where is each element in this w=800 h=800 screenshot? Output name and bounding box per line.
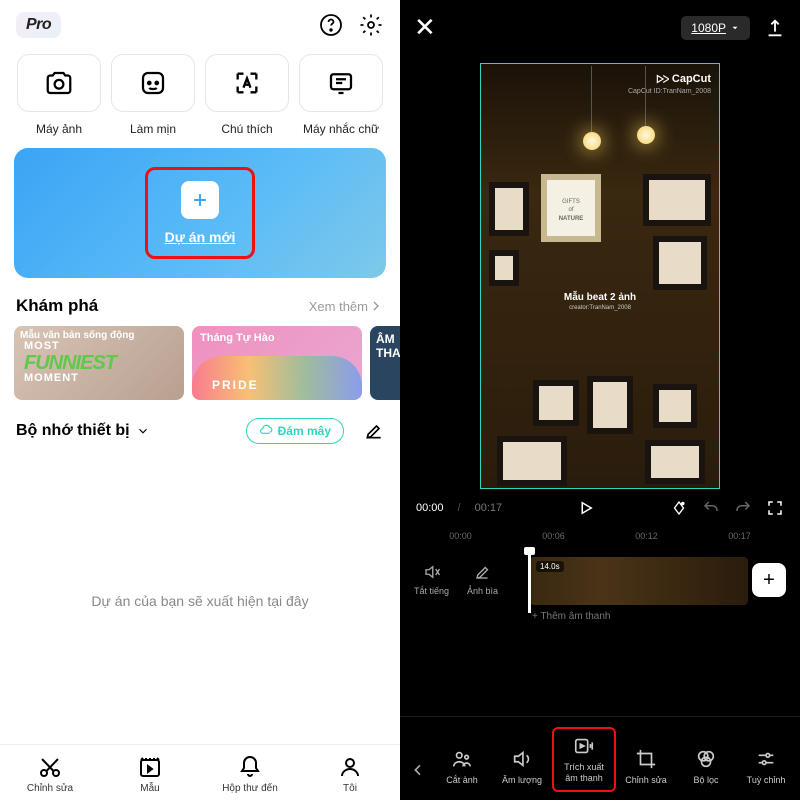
caption-icon — [205, 54, 289, 112]
volume-icon — [511, 748, 533, 770]
camera-icon — [17, 54, 101, 112]
tool-extract-audio[interactable]: Trích xuấtâm thanh — [552, 727, 616, 792]
caret-down-icon — [730, 23, 740, 33]
capcut-watermark: CapCut — [655, 72, 711, 86]
cloud-icon — [259, 424, 273, 438]
tool-label: Máy ảnh — [36, 122, 82, 136]
help-icon[interactable] — [318, 12, 344, 38]
settings-icon[interactable] — [358, 12, 384, 38]
video-preview[interactable]: CapCut CapCut ID:TranNam_2008 GIFTSofNAT… — [480, 63, 720, 489]
total-time: 00:17 — [475, 502, 503, 514]
device-header: Bộ nhớ thiết bị Đám mây — [0, 418, 400, 458]
pro-badge[interactable]: Pro — [16, 12, 61, 38]
editor-topbar: ✕ 1080P — [400, 0, 800, 55]
filter-icon — [695, 748, 717, 770]
crop-person-icon — [451, 748, 473, 770]
tool-crop[interactable]: Cắt ảnh — [432, 742, 492, 792]
empty-message: Dự án của bạn sẽ xuất hiện tại đây — [91, 593, 308, 609]
nav-me[interactable]: Tôi — [300, 755, 400, 794]
explore-header: Khám phá Xem thêm — [0, 296, 400, 326]
close-icon[interactable]: ✕ — [414, 12, 436, 43]
tool-edit[interactable]: Chỉnh sửa — [616, 742, 676, 792]
crop-icon — [635, 748, 657, 770]
tool-adjust[interactable]: Tuỳ chỉnh — [736, 742, 796, 792]
tool-volume[interactable]: Âm lượng — [492, 742, 552, 792]
undo-icon[interactable] — [702, 499, 720, 517]
quick-tools: Máy ảnh Làm mịn Chú thích Máy nhắc chữ — [0, 50, 400, 148]
tool-smooth[interactable]: Làm mịn — [108, 54, 198, 136]
play-icon[interactable] — [577, 499, 595, 517]
tool-caption[interactable]: Chú thích — [202, 54, 292, 136]
pencil-icon[interactable] — [364, 421, 384, 441]
tool-filter[interactable]: Bộ lọc — [676, 742, 736, 792]
highlight-box — [145, 167, 255, 259]
redo-icon[interactable] — [734, 499, 752, 517]
cloud-button[interactable]: Đám mây — [246, 418, 344, 444]
resolution-button[interactable]: 1080P — [681, 16, 750, 40]
tool-label: Chú thích — [221, 122, 272, 136]
tool-teleprompter[interactable]: Máy nhắc chữ — [296, 54, 386, 136]
explore-title: Khám phá — [16, 296, 98, 316]
current-time: 00:00 — [416, 502, 444, 514]
add-audio-button[interactable]: + Thêm âm thanh — [532, 611, 610, 622]
tool-label: Máy nhắc chữ — [303, 122, 379, 136]
person-icon — [338, 755, 362, 779]
preview-area: CapCut CapCut ID:TranNam_2008 GIFTSofNAT… — [400, 55, 800, 489]
home-pane: Pro Máy ảnh Làm mịn Chú thích — [0, 0, 400, 800]
export-icon[interactable] — [764, 17, 786, 39]
keyframe-icon[interactable] — [670, 499, 688, 517]
bell-icon — [238, 755, 262, 779]
back-icon[interactable] — [404, 762, 432, 792]
tool-camera[interactable]: Máy ảnh — [14, 54, 104, 136]
tool-label: Làm mịn — [130, 122, 176, 136]
video-clip[interactable]: 14.0s — [530, 557, 748, 605]
fullscreen-icon[interactable] — [766, 499, 784, 517]
bottom-nav: Chỉnh sửa Mẫu Hộp thư đến Tôi — [0, 744, 400, 800]
mute-button[interactable]: Tắt tiếng — [414, 563, 449, 596]
nav-inbox[interactable]: Hộp thư đến — [200, 755, 300, 794]
add-clip-button[interactable]: + — [752, 563, 786, 597]
template-icon — [138, 755, 162, 779]
smooth-icon — [111, 54, 195, 112]
editor-toolbar: Cắt ảnh Âm lượng Trích xuấtâm thanh Chỉn… — [400, 716, 800, 800]
empty-state: Dự án của bạn sẽ xuất hiện tại đây — [0, 458, 400, 744]
playhead[interactable] — [528, 551, 531, 613]
see-more-link[interactable]: Xem thêm — [309, 299, 368, 314]
timeline-ruler: 00:00 00:06 00:12 00:17 — [400, 527, 800, 545]
chevron-down-icon[interactable] — [136, 424, 150, 438]
capcut-id: CapCut ID:TranNam_2008 — [628, 88, 711, 95]
explore-cards: Mẫu văn bản sống động MOST FUNNIEST MOME… — [0, 326, 400, 418]
teleprompter-icon — [299, 54, 383, 112]
nav-template[interactable]: Mẫu — [100, 755, 200, 794]
device-title: Bộ nhớ thiết bị — [16, 422, 130, 440]
top-bar: Pro — [0, 0, 400, 50]
editor-pane: ✕ 1080P CapCut CapCut ID:TranNam_2008 GI… — [400, 0, 800, 800]
explore-card-audio[interactable]: ÂM THANH — [370, 326, 400, 400]
adjust-icon — [755, 748, 777, 770]
nav-edit[interactable]: Chỉnh sửa — [0, 755, 100, 794]
cover-button[interactable]: Ảnh bìa — [467, 563, 498, 596]
overlay-text: Mẫu beat 2 ảnh creator:TranNam_2008 — [564, 292, 636, 311]
explore-card-pride[interactable]: Tháng Tự Hào PRIDE — [192, 326, 362, 400]
timeline[interactable]: Tắt tiếng Ảnh bìa 14.0s + + Thêm âm than… — [400, 545, 800, 633]
explore-card-text[interactable]: Mẫu văn bản sống động MOST FUNNIEST MOME… — [14, 326, 184, 400]
extract-audio-icon — [573, 735, 595, 757]
chevron-right-icon — [368, 298, 384, 314]
new-project-card[interactable]: Dự án mới — [14, 148, 386, 278]
playback-controls: 00:00 / 00:17 — [400, 489, 800, 527]
scissors-icon — [38, 755, 62, 779]
